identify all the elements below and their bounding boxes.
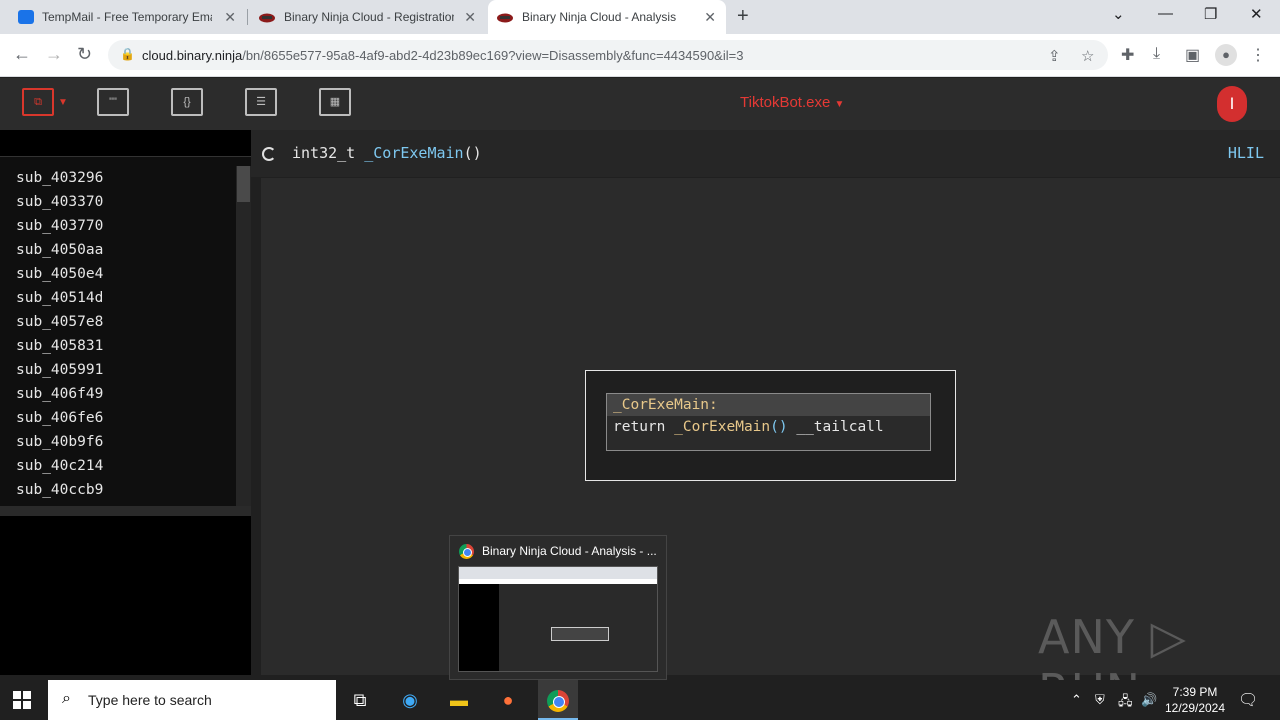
download-icon[interactable]: ⤓ (1153, 45, 1160, 63)
function-list-item[interactable]: sub_4057e8 (0, 310, 236, 334)
network-icon[interactable]: 🖧 (1118, 692, 1133, 714)
function-list-item[interactable]: sub_40b9f6 (0, 430, 236, 454)
function-list-item[interactable]: sub_4050aa (0, 238, 236, 262)
basic-block-node[interactable]: _CorExeMain: return _CorExeMain() __tail… (606, 393, 931, 451)
function-list-item[interactable]: sub_405991 (0, 358, 236, 382)
graph-node-frame: _CorExeMain: return _CorExeMain() __tail… (585, 370, 956, 481)
function-list-item[interactable]: sub_406fe6 (0, 406, 236, 430)
function-list-item[interactable]: sub_405831 (0, 334, 236, 358)
url-text: cloud.binary.ninja/bn/8655e577-95a8-4af9… (142, 48, 744, 63)
thumbnail-tabbar (459, 567, 657, 579)
edge-icon[interactable]: ◉ (396, 686, 424, 714)
restore-button[interactable]: ❐ (1204, 5, 1217, 23)
windows-start-icon[interactable] (13, 691, 31, 709)
sidebar-lower-panel (0, 516, 251, 675)
close-icon[interactable]: ✕ (704, 9, 716, 26)
loading-spinner-icon (262, 147, 276, 161)
clock-date: 12/29/2024 (1164, 701, 1226, 715)
file-selector[interactable]: TiktokBot.exe ▼ (740, 94, 844, 111)
function-list-item[interactable]: sub_403370 (0, 190, 236, 214)
tab-tempmail[interactable]: TempMail - Free Temporary Ema ✕ (10, 0, 246, 34)
preview-title: Binary Ninja Cloud - Analysis - ... (482, 544, 657, 558)
clock-time: 7:39 PM (1172, 685, 1218, 699)
il-level-selector[interactable]: HLIL (1228, 144, 1264, 162)
address-bar[interactable]: 🔒 cloud.binary.ninja/bn/8655e577-95a8-4a… (108, 40, 1108, 70)
function-list-item[interactable]: sub_403770 (0, 214, 236, 238)
function-list-item[interactable]: sub_40514d (0, 286, 236, 310)
tab-title: Binary Ninja Cloud - Registration (284, 10, 454, 24)
block-label[interactable]: _CorExeMain: (607, 394, 930, 416)
code-view-icon[interactable]: {} (171, 88, 203, 116)
tab-search-icon[interactable]: ⌄ (1112, 5, 1125, 23)
preview-thumbnail[interactable] (458, 566, 658, 672)
function-list-item[interactable]: sub_40c214 (0, 454, 236, 478)
tray-security-icon[interactable]: ⛨ (1095, 692, 1105, 708)
taskbar-search-box[interactable]: ⌕ Type here to search (48, 680, 336, 720)
graph-view-icon[interactable]: ⧉ (22, 88, 54, 116)
tab-title: Binary Ninja Cloud - Analysis (522, 10, 677, 24)
bookmark-star-icon[interactable]: ☆ (1081, 47, 1094, 65)
tab-registration[interactable]: Binary Ninja Cloud - Registration ✕ (250, 0, 486, 34)
chevron-down-icon[interactable]: ▼ (58, 97, 68, 108)
mail-icon (18, 10, 34, 24)
function-list-item[interactable]: sub_40ccb9 (0, 478, 236, 502)
taskbar-clock[interactable]: 7:39 PM 12/29/2024 (1162, 684, 1228, 716)
task-view-icon[interactable]: ⧉ (346, 686, 374, 714)
search-placeholder: Type here to search (88, 692, 212, 708)
search-icon: ⌕ (62, 690, 71, 707)
function-header: int32_t _CorExeMain() HLIL (251, 130, 1280, 177)
close-window-button[interactable]: ✕ (1250, 5, 1263, 23)
browser-tabbar: TempMail - Free Temporary Ema ✕ Binary N… (0, 0, 1280, 34)
tab-title: TempMail - Free Temporary Ema (42, 10, 212, 24)
extensions-icon[interactable]: ✚ (1121, 45, 1134, 65)
new-tab-button[interactable]: + (737, 5, 749, 28)
chevron-down-icon: ▼ (834, 99, 845, 110)
thumbnail-sidebar (459, 584, 499, 671)
file-explorer-icon[interactable]: ▬ (445, 686, 473, 714)
list-view-icon[interactable]: ☰ (245, 88, 277, 116)
close-icon[interactable]: ✕ (464, 9, 476, 26)
function-list-item[interactable]: sub_406f49 (0, 382, 236, 406)
close-icon[interactable]: ✕ (224, 9, 236, 26)
browser-toolbar: ← → ↻ 🔒 cloud.binary.ninja/bn/8655e577-9… (0, 34, 1280, 77)
scrollbar-thumb[interactable] (237, 166, 250, 202)
thumbnail-node (551, 627, 609, 641)
tray-chevron-icon[interactable]: ⌃ (1071, 692, 1082, 708)
panel-divider[interactable] (0, 506, 251, 516)
chrome-icon (459, 544, 474, 559)
taskbar-preview[interactable]: Binary Ninja Cloud - Analysis - ... (449, 535, 667, 680)
function-search-input[interactable] (0, 130, 251, 157)
function-sidebar: sub_403296 sub_403370 sub_403770 sub_4050aa… (0, 130, 251, 675)
scrollbar-track[interactable] (236, 166, 251, 506)
tab-separator (247, 9, 248, 25)
chrome-icon[interactable] (544, 686, 572, 714)
menu-icon[interactable]: ⋮ (1250, 45, 1266, 65)
windows-taskbar: ⌕ Type here to search ⧉ ◉ ▬ ● ⌃ ⛨ 🖧 🔊 7:… (0, 680, 1280, 720)
notification-icon[interactable]: 🗨 (1238, 690, 1258, 710)
binja-icon (497, 13, 513, 23)
tab-analysis[interactable]: Binary Ninja Cloud - Analysis ✕ (488, 0, 726, 34)
lock-icon: 🔒 (120, 47, 135, 61)
function-list-item[interactable]: sub_4050e4 (0, 262, 236, 286)
block-instruction[interactable]: return _CorExeMain() __tailcall (607, 416, 930, 438)
profile-icon[interactable]: ● (1215, 44, 1237, 66)
firefox-icon[interactable]: ● (494, 686, 522, 714)
table-view-icon[interactable]: ▦ (319, 88, 351, 116)
reload-icon[interactable]: ↻ (77, 44, 92, 65)
sidepanel-icon[interactable]: ▣ (1185, 45, 1200, 65)
back-icon[interactable]: ← (13, 44, 31, 65)
forward-icon[interactable]: → (45, 44, 63, 65)
share-icon[interactable]: ⇪ (1048, 47, 1061, 65)
binja-icon (259, 13, 275, 23)
strings-view-icon[interactable]: "" (97, 88, 129, 116)
minimize-button[interactable]: — (1158, 5, 1173, 22)
function-list: sub_403296 sub_403370 sub_403770 sub_4050aa… (0, 166, 236, 506)
app-header: ⧉ ▼ "" {} ☰ ▦ TiktokBot.exe ▼ I (0, 78, 1280, 130)
function-list-item[interactable]: sub_403296 (0, 166, 236, 190)
function-signature: int32_t _CorExeMain() (292, 144, 482, 162)
user-avatar[interactable]: I (1217, 86, 1247, 122)
volume-icon[interactable]: 🔊 (1141, 692, 1157, 708)
graph-view[interactable]: _CorExeMain: return _CorExeMain() __tail… (261, 178, 1280, 675)
